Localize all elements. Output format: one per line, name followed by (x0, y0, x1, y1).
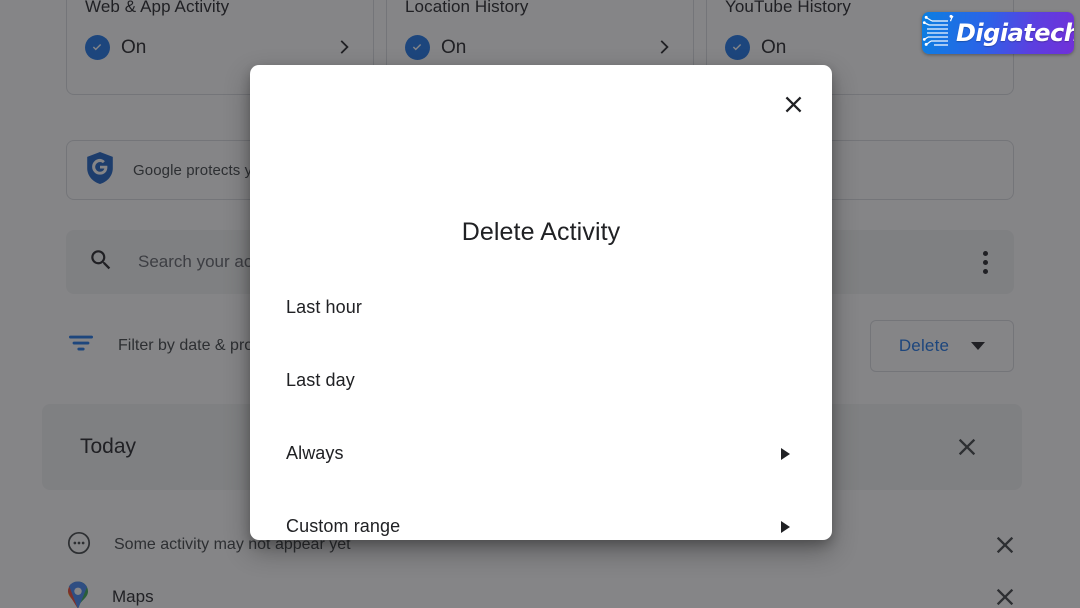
menu-item-last-hour[interactable]: Last hour (250, 271, 832, 344)
menu-item-label: Custom range (286, 516, 401, 536)
menu-item-custom-range[interactable]: Custom range (250, 490, 832, 563)
close-icon[interactable] (774, 85, 812, 123)
triangle-right-icon (781, 520, 790, 533)
delete-activity-dialog: Delete Activity Last hour Last day Alway… (250, 65, 832, 540)
menu-item-label: Last day (286, 370, 355, 390)
menu-item-last-day[interactable]: Last day (250, 344, 832, 417)
digiatech-wordmark: Digiatech (956, 19, 1074, 47)
triangle-right-icon (781, 447, 790, 460)
menu-item-label: Always (286, 443, 344, 463)
menu-item-always[interactable]: Always (250, 417, 832, 490)
delete-range-options: Last hour Last day Always Custom range (250, 271, 832, 563)
screen-root: Web & App Activity On Location History (0, 0, 1080, 608)
circuit-icon (922, 12, 962, 54)
digiatech-watermark: Digiatech (922, 12, 1074, 54)
menu-item-label: Last hour (286, 297, 362, 317)
page-title: Delete Activity (461, 218, 621, 246)
